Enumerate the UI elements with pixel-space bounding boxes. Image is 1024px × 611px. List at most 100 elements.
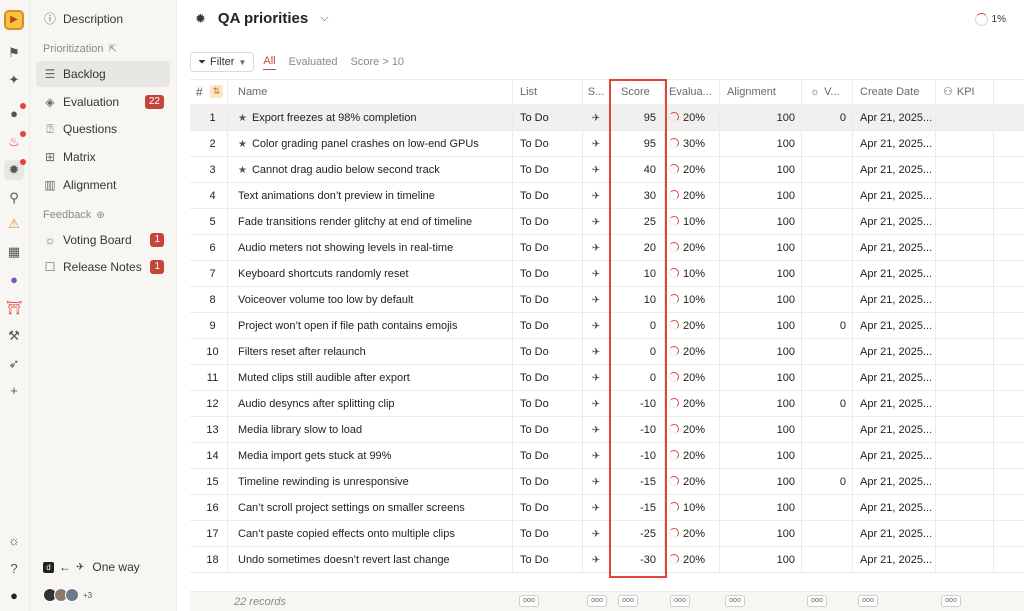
cell-kpi[interactable] — [936, 547, 994, 573]
cell-evaluation[interactable]: 20% — [665, 105, 720, 131]
column-header-add[interactable] — [994, 80, 1024, 106]
planet-icon[interactable]: ● — [4, 103, 26, 124]
aggregate-button[interactable]: ooo — [618, 595, 638, 607]
lightbulb-icon[interactable]: ☼ — [4, 531, 24, 551]
table-row[interactable]: 18 Undo sometimes doesn’t revert last cha… — [190, 547, 1024, 573]
cell-kpi[interactable] — [936, 235, 994, 261]
progress-indicator[interactable]: 1% — [974, 13, 1006, 26]
cell-evaluation[interactable]: 20% — [665, 547, 720, 573]
table-row[interactable]: 10 Filters reset after relaunch To Do ✈ 0 20%… — [190, 339, 1024, 365]
cell-name[interactable]: Timeline rewinding is unresponsive — [228, 469, 513, 495]
sidebar-item-questions[interactable]: ⍰ Questions — [36, 116, 170, 142]
cell-list[interactable]: To Do — [513, 313, 583, 339]
table-row[interactable]: 14 Media import gets stuck at 99% To Do ✈ -1… — [190, 443, 1024, 469]
sidebar-item-description[interactable]: ⓘ Description — [36, 6, 170, 32]
external-link-icon[interactable]: ⇱ — [109, 44, 117, 55]
table-row[interactable]: 5 Fade transitions render glitchy at end … — [190, 209, 1024, 235]
cell-source[interactable]: ✈ — [583, 547, 610, 573]
cell-list[interactable]: To Do — [513, 131, 583, 157]
tab-all[interactable]: All — [263, 55, 276, 70]
cell-source[interactable]: ✈ — [583, 469, 610, 495]
cell-evaluation[interactable]: 20% — [665, 443, 720, 469]
gem-icon[interactable]: ✦ — [4, 70, 24, 90]
cell-kpi[interactable] — [936, 339, 994, 365]
cell-name[interactable]: Text animations don’t preview in timelin… — [228, 183, 513, 209]
cell-name[interactable]: ★ Cannot drag audio below second track — [228, 157, 513, 183]
tab-score-gt-10[interactable]: Score > 10 — [351, 56, 405, 68]
column-header-score[interactable]: Score — [610, 80, 665, 106]
star-icon[interactable]: ★ — [238, 113, 247, 124]
cell-name[interactable]: Can’t paste copied effects onto multiple… — [228, 521, 513, 547]
wrench-icon[interactable]: ⚒ — [4, 326, 24, 346]
cell-evaluation[interactable]: 10% — [665, 287, 720, 313]
cell-list[interactable]: To Do — [513, 495, 583, 521]
sidebar-item-backlog[interactable]: ☰ Backlog — [36, 61, 170, 87]
table-row[interactable]: 15 Timeline rewinding is unresponsive To D… — [190, 469, 1024, 495]
aggregate-button[interactable]: ooo — [858, 595, 878, 607]
sidebar-item-release-notes[interactable]: ☐ Release Notes 1 — [36, 254, 170, 280]
torii-gate-icon[interactable]: ⛩ — [4, 298, 24, 318]
cell-kpi[interactable] — [936, 287, 994, 313]
globe-icon[interactable]: ⊕ — [96, 210, 104, 221]
aggregate-button[interactable]: ooo — [519, 595, 539, 607]
cell-kpi[interactable] — [936, 183, 994, 209]
calculator-icon[interactable]: ▦ — [4, 242, 24, 262]
cell-source[interactable]: ✈ — [583, 339, 610, 365]
column-header-votes[interactable]: ☼ V... — [802, 80, 853, 106]
column-header-evaluation[interactable]: Evalua... — [665, 80, 720, 106]
rocket-icon[interactable]: ➶ — [4, 354, 24, 374]
star-icon[interactable]: ★ — [238, 139, 247, 150]
cell-kpi[interactable] — [936, 131, 994, 157]
profile-icon[interactable]: ● — [4, 586, 24, 606]
table-row[interactable]: 9 Project won’t open if file path contain… — [190, 313, 1024, 339]
integration-sync-status[interactable]: d ← ✈ One way — [43, 560, 140, 574]
cell-name[interactable]: ★ Export freezes at 98% completion — [228, 105, 513, 131]
table-row[interactable]: 13 Media library slow to load To Do ✈ -10 20%… — [190, 417, 1024, 443]
cell-kpi[interactable] — [936, 495, 994, 521]
cell-source[interactable]: ✈ — [583, 209, 610, 235]
table-row[interactable]: 16 Can’t scroll project settings on small… — [190, 495, 1024, 521]
cell-list[interactable]: To Do — [513, 183, 583, 209]
cell-kpi[interactable] — [936, 391, 994, 417]
cell-source[interactable]: ✈ — [583, 495, 610, 521]
sort-icon[interactable]: ⇅ — [210, 85, 223, 98]
cell-kpi[interactable] — [936, 209, 994, 235]
cell-evaluation[interactable]: 20% — [665, 313, 720, 339]
pin-icon[interactable]: ⚲ — [4, 188, 24, 208]
cell-evaluation[interactable]: 10% — [665, 209, 720, 235]
table-row[interactable]: 6 Audio meters not showing levels in real… — [190, 235, 1024, 261]
column-header-list[interactable]: List — [513, 80, 583, 106]
column-header-alignment[interactable]: Alignment — [720, 80, 802, 106]
cell-name[interactable]: Media library slow to load — [228, 417, 513, 443]
aggregate-button[interactable]: ooo — [587, 595, 607, 607]
cell-source[interactable]: ✈ — [583, 261, 610, 287]
cell-source[interactable]: ✈ — [583, 521, 610, 547]
cell-kpi[interactable] — [936, 313, 994, 339]
app-logo-icon[interactable]: ▶ — [4, 10, 24, 30]
cell-kpi[interactable] — [936, 417, 994, 443]
table-row[interactable]: 12 Audio desyncs after splitting clip To D… — [190, 391, 1024, 417]
cell-list[interactable]: To Do — [513, 417, 583, 443]
cell-list[interactable]: To Do — [513, 391, 583, 417]
cell-name[interactable]: Voiceover volume too low by default — [228, 287, 513, 313]
sidebar-item-evaluation[interactable]: ◈ Evaluation 22 — [36, 89, 170, 115]
tab-evaluated[interactable]: Evaluated — [289, 56, 338, 68]
cell-source[interactable]: ✈ — [583, 105, 610, 131]
cell-evaluation[interactable]: 20% — [665, 365, 720, 391]
member-avatars[interactable]: +3 — [43, 588, 92, 602]
cell-evaluation[interactable]: 20% — [665, 417, 720, 443]
cell-evaluation[interactable]: 20% — [665, 521, 720, 547]
cell-list[interactable]: To Do — [513, 157, 583, 183]
column-header-source[interactable]: S... — [583, 80, 610, 106]
cell-list[interactable]: To Do — [513, 209, 583, 235]
cell-list[interactable]: To Do — [513, 521, 583, 547]
column-header-create-date[interactable]: Create Date — [853, 80, 936, 106]
aggregate-button[interactable]: ooo — [670, 595, 690, 607]
table-row[interactable]: 7 Keyboard shortcuts randomly reset To Do ✈… — [190, 261, 1024, 287]
cell-list[interactable]: To Do — [513, 105, 583, 131]
cell-list[interactable]: To Do — [513, 469, 583, 495]
cell-name[interactable]: Audio meters not showing levels in real-… — [228, 235, 513, 261]
cell-evaluation[interactable]: 20% — [665, 183, 720, 209]
cell-evaluation[interactable]: 20% — [665, 235, 720, 261]
cell-list[interactable]: To Do — [513, 235, 583, 261]
